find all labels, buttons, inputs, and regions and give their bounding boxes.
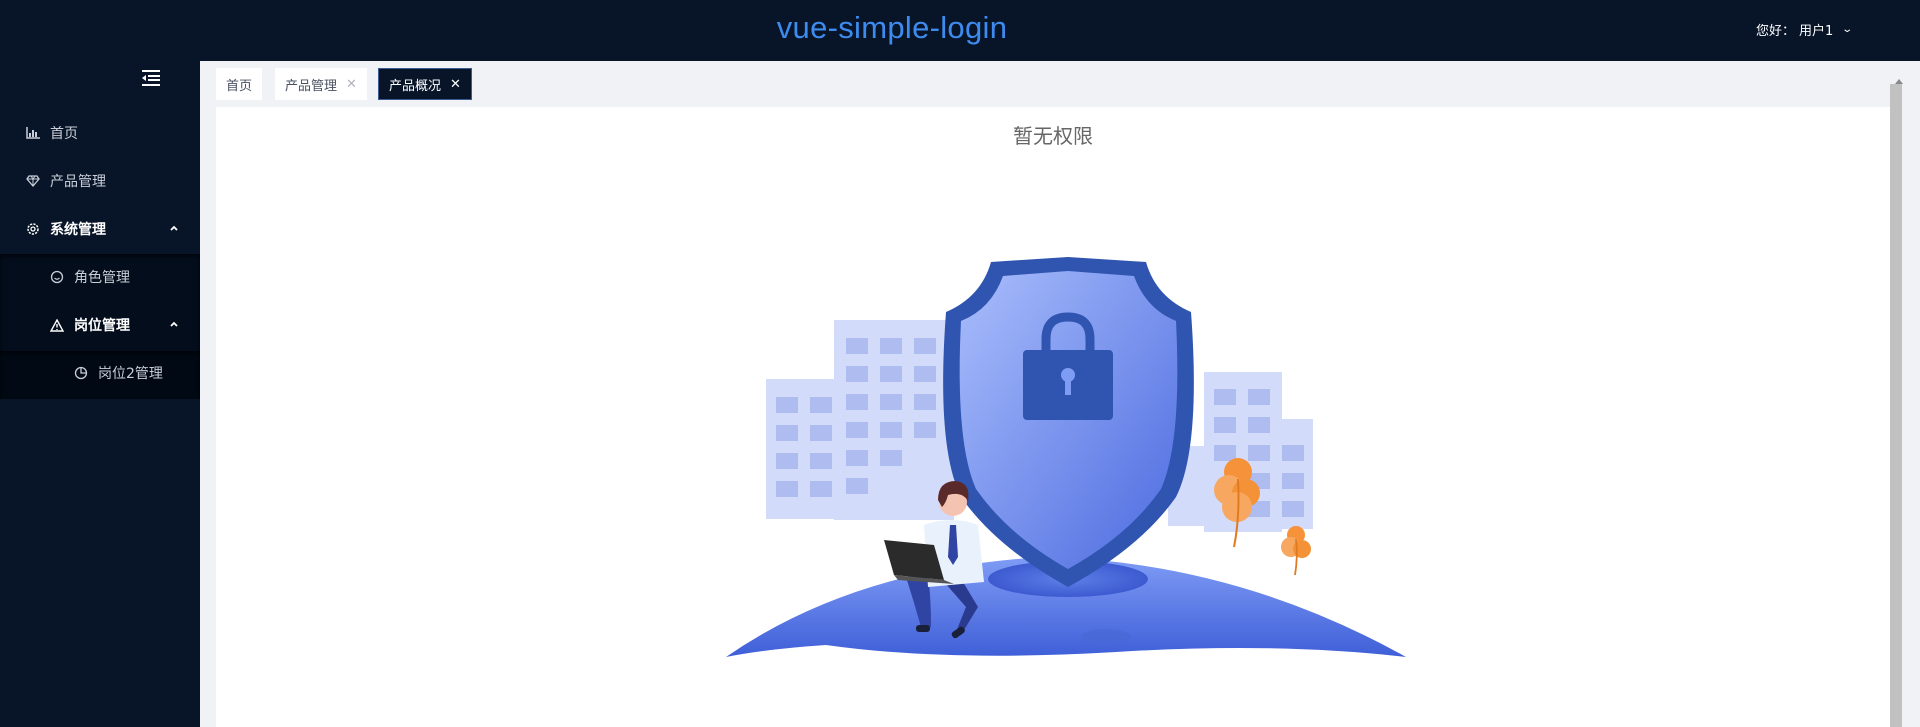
sidebar-item-system[interactable]: 系统管理 <box>0 205 200 253</box>
sidebar: 首页 产品管理 系统管理 角色管理 岗位管理 岗位2管理 <box>0 61 200 727</box>
user-name: 用户1 <box>1799 24 1834 39</box>
gear-icon <box>24 220 42 238</box>
tab-home[interactable]: 首页 <box>216 68 263 100</box>
tab-label: 产品概况 <box>389 78 442 94</box>
tab-product-overview[interactable]: 产品概况 ✕ <box>378 68 472 100</box>
chevron-up-icon <box>168 318 180 330</box>
close-icon[interactable]: ✕ <box>450 77 461 92</box>
warning-triangle-icon <box>48 316 66 334</box>
user-greeting: 您好： <box>1756 24 1796 39</box>
tab-bar: 首页 产品管理 ✕ 产品概况 ✕ <box>200 61 1920 107</box>
main-content: 首页 产品管理 ✕ 产品概况 ✕ 暂无权限 <box>200 61 1920 727</box>
sidebar-item-label: 产品管理 <box>50 174 106 190</box>
sidebar-item-label: 首页 <box>50 126 78 142</box>
user-menu-dropdown[interactable]: 您好： 用户1 ⌄ <box>1756 20 1854 39</box>
top-header: vue-simple-login 您好： 用户1 ⌄ <box>0 0 1920 61</box>
chart-icon <box>24 124 42 142</box>
content-panel: 暂无权限 <box>216 107 1890 727</box>
app-title: vue-simple-login <box>776 10 1008 45</box>
sidebar-item-label: 岗位管理 <box>74 318 130 334</box>
no-permission-illustration <box>716 257 1416 681</box>
diamond-icon <box>24 172 42 190</box>
menu-collapse-icon[interactable] <box>140 67 162 89</box>
scrollbar-thumb[interactable] <box>1890 84 1902 727</box>
sidebar-item-label: 系统管理 <box>50 222 106 238</box>
tab-products[interactable]: 产品管理 ✕ <box>275 68 367 100</box>
sidebar-item-label: 角色管理 <box>74 270 130 286</box>
sidebar-item-products[interactable]: 产品管理 <box>0 157 200 205</box>
sidebar-item-label: 岗位2管理 <box>98 366 163 382</box>
chevron-up-icon <box>168 222 180 234</box>
pie-chart-icon <box>72 364 90 382</box>
close-icon[interactable]: ✕ <box>346 77 357 92</box>
sidebar-item-home[interactable]: 首页 <box>0 109 200 157</box>
sidebar-item-posts2[interactable]: 岗位2管理 <box>0 349 200 397</box>
smile-icon <box>48 268 66 286</box>
no-permission-message: 暂无权限 <box>1013 124 1093 148</box>
tab-label: 产品管理 <box>285 78 338 94</box>
scroll-up-arrow-icon[interactable] <box>1892 71 1906 84</box>
sidebar-item-posts[interactable]: 岗位管理 <box>0 301 200 349</box>
sidebar-item-roles[interactable]: 角色管理 <box>0 253 200 301</box>
tab-label: 首页 <box>226 78 253 94</box>
chevron-down-icon: ⌄ <box>1841 24 1854 35</box>
